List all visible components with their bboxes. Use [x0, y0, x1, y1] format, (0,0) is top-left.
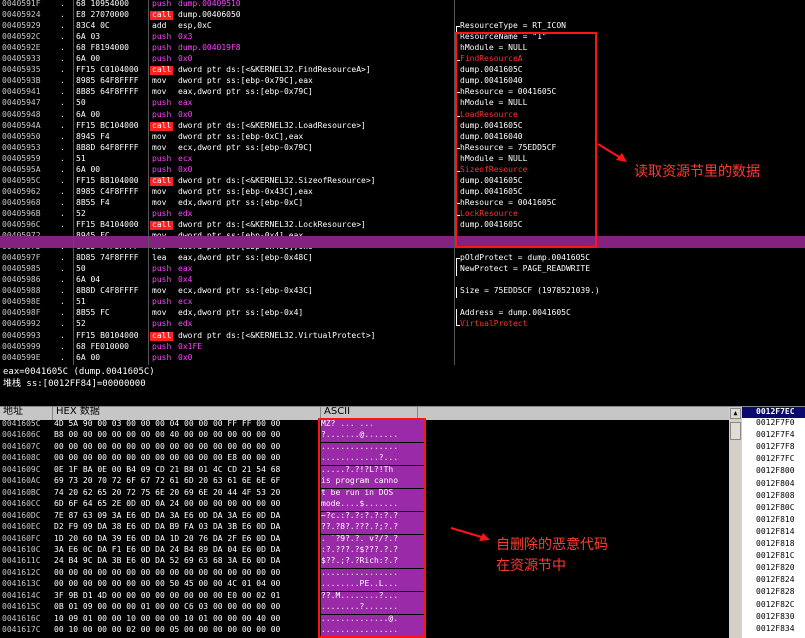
stack-top-address: 0012F7EC — [756, 407, 795, 416]
dump-address: 004160AC — [2, 476, 41, 486]
dump-hex-bytes: 00 10 00 00 00 02 00 00 05 00 00 00 00 0… — [54, 625, 281, 635]
dump-address: 0041611C — [2, 556, 41, 566]
scroll-up-arrow-icon[interactable]: ▲ — [730, 408, 741, 419]
dump-address: 004160EC — [2, 522, 41, 532]
stack-address: 0012F830 — [756, 611, 795, 621]
dump-hex-bytes: 69 73 20 70 72 6F 67 72 61 6D 20 63 61 6… — [54, 476, 281, 486]
dump-hex-bytes: 6D 6F 64 65 2E 0D 0D 0A 24 00 00 00 00 0… — [54, 499, 281, 509]
annotation-read-resource: 读取资源节里的数据 — [634, 164, 760, 180]
dump-address: 004160CC — [2, 499, 41, 509]
dump-hex-bytes: 00 00 00 00 00 00 00 00 50 45 00 00 4C 0… — [54, 579, 281, 589]
dump-hex-bytes: 0B 01 09 00 00 00 01 00 00 C6 03 00 00 0… — [54, 602, 281, 612]
disasm-comment: Size = 75EDD5CF (1978521039.) — [460, 286, 600, 296]
annotation-malicious-code-line2: 在资源节中 — [496, 558, 566, 574]
dump-address: 0041617C — [2, 625, 41, 635]
disasm-comment: NewProtect = PAGE_READWRITE — [460, 264, 591, 274]
stack-address: 0012F814 — [756, 526, 795, 536]
disasm-comment: pOldProtect = dump.0041605C — [460, 253, 591, 263]
dump-hex-bytes: 24 B4 9C DA 3B E6 0D DA 52 69 63 68 3A E… — [54, 556, 281, 566]
stack-address: 0012F820 — [756, 563, 795, 573]
malicious-code-highlight-box — [318, 418, 426, 638]
dump-hex-bytes: 00 00 00 00 00 00 00 00 00 00 00 00 E8 0… — [54, 453, 281, 463]
dump-address: 0041605C — [2, 419, 41, 428]
stack-address: 0012F828 — [756, 587, 795, 597]
dump-address: 0041608C — [2, 453, 41, 463]
stack-address: 0012F804 — [756, 478, 795, 488]
dump-hex-bytes: 10 09 01 00 00 10 00 00 00 10 01 00 00 0… — [54, 613, 281, 623]
dump-hex-bytes: 00 00 00 00 00 00 00 00 00 00 00 00 00 0… — [54, 441, 281, 451]
stack-address: 0012F7F4 — [756, 430, 795, 440]
dump-address: 0041613C — [2, 579, 41, 589]
comment-column: ResourceType = RT_ICON ResourceName = "1"… — [0, 0, 805, 365]
stack-address: 0012F7F8 — [756, 442, 795, 452]
dump-hex-bytes: B8 00 00 00 00 00 00 00 40 00 00 00 00 0… — [54, 430, 281, 440]
disasm-comment: ResourceType = RT_ICON — [460, 21, 566, 31]
dump-address: 004160BC — [2, 487, 41, 497]
dump-hex-bytes: D2 F9 09 DA 38 E6 0D DA B9 FA 03 DA 3B E… — [54, 522, 281, 532]
stack-address: 0012F834 — [756, 623, 795, 633]
disasm-comment: Address = dump.0041605C — [460, 308, 571, 318]
stack-address: 0012F81C — [756, 551, 795, 561]
comment-bracket — [456, 320, 460, 327]
dump-hex-bytes: 74 20 62 65 20 72 75 6E 20 69 6E 20 44 4… — [54, 487, 281, 497]
dump-hex-bytes: 00 00 00 00 00 00 00 00 00 00 00 00 00 0… — [54, 567, 281, 577]
disasm-comment: VirtualProtect — [460, 319, 528, 329]
dump-address: 0041614C — [2, 590, 41, 600]
dump-address: 0041615C — [2, 602, 41, 612]
dump-address: 0041612C — [2, 567, 41, 577]
stack-address: 0012F80C — [756, 502, 795, 512]
stack-address: 0012F824 — [756, 575, 795, 585]
dump-hex-bytes: 3A E6 0C DA F1 E6 0D DA 24 B4 89 DA 04 E… — [54, 544, 281, 554]
arrow-icon — [450, 527, 490, 541]
dump-address: 0041606C — [2, 430, 41, 440]
resource-calls-highlight-box — [455, 32, 597, 248]
dump-address: 0041609C — [2, 464, 41, 474]
dump-header-empty — [417, 407, 729, 420]
comment-bracket — [456, 265, 460, 277]
arrow-icon — [597, 143, 627, 162]
dump-scrollbar[interactable] — [729, 407, 742, 638]
stack-address: 0012F7F0 — [756, 418, 795, 427]
stack-address: 0012F800 — [756, 466, 795, 476]
dump-address: 0041616C — [2, 613, 41, 623]
dump-hex-bytes: 4D 5A 90 00 03 00 00 00 04 00 00 00 FF F… — [54, 419, 281, 428]
dump-address: 0041607C — [2, 441, 41, 451]
info-eax-line: eax=0041605C (dump.0041605C) — [3, 367, 155, 377]
dump-address: 0041610C — [2, 544, 41, 554]
dump-address: 004160FC — [2, 533, 41, 543]
stack-address: 0012F818 — [756, 539, 795, 548]
stack-address: 0012F82C — [756, 599, 795, 609]
stack-address: 0012F7FC — [756, 454, 795, 464]
scrollbar-thumb[interactable] — [730, 422, 741, 440]
dump-address: 004160DC — [2, 510, 41, 520]
stack-address: 0012F808 — [756, 490, 795, 500]
info-stack-line: 堆栈 ss:[0012FF84]=00000000 — [3, 379, 146, 389]
comment-bracket — [456, 287, 460, 299]
info-pane: eax=0041605C (dump.0041605C) 堆栈 ss:[0012… — [0, 365, 805, 406]
dump-hex-bytes: 1D 20 60 DA 39 E6 0D DA 1D 20 76 DA 2F E… — [54, 533, 281, 543]
dump-hex-bytes: 0E 1F BA 0E 00 B4 09 CD 21 B8 01 4C CD 2… — [54, 464, 281, 474]
stack-address: 0012F810 — [756, 514, 795, 524]
dump-hex-bytes: 7E 87 63 09 3A E6 0D DA 3A E6 0D DA 3A E… — [54, 510, 281, 520]
dump-hex-bytes: 3F 9B D1 4D 00 00 00 00 00 00 00 00 E0 0… — [54, 590, 281, 600]
annotation-malicious-code-line1: 自删除的恶意代码 — [496, 537, 608, 553]
